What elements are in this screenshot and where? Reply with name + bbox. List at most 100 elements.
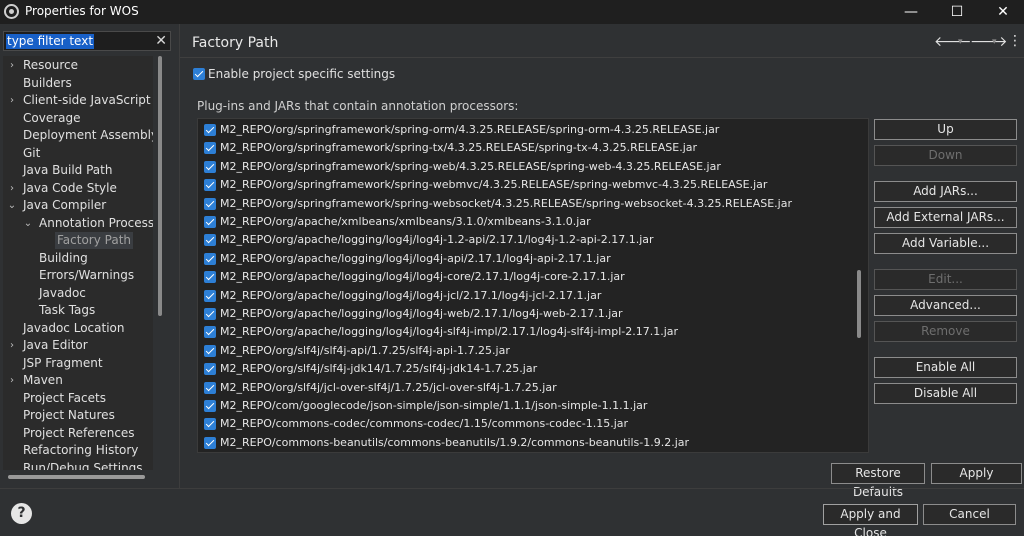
maximize-button[interactable]: ☐ bbox=[934, 0, 980, 24]
jar-enabled-checkbox[interactable] bbox=[204, 308, 216, 320]
cancel-button[interactable]: Cancel bbox=[923, 504, 1016, 525]
jar-enabled-checkbox[interactable] bbox=[204, 234, 216, 247]
jar-enabled-checkbox[interactable] bbox=[204, 289, 216, 302]
jar-list-item[interactable]: M2_REPO/com/googlecode/json-simple/json-… bbox=[198, 397, 858, 415]
jar-enabled-checkbox[interactable] bbox=[204, 179, 216, 192]
enable-all-button[interactable]: Enable All bbox=[874, 357, 1017, 378]
jar-enabled-checkbox[interactable] bbox=[204, 381, 216, 394]
jar-list-item[interactable]: M2_REPO/org/slf4j/slf4j-api/1.7.25/slf4j… bbox=[198, 342, 858, 360]
tree-item[interactable]: Run/Debug Settings bbox=[23, 460, 143, 471]
tree-item[interactable]: Refactoring History bbox=[23, 442, 138, 459]
down-button[interactable]: Down bbox=[874, 145, 1017, 166]
jar-list-item[interactable]: M2_REPO/org/apache/logging/log4j/log4j-a… bbox=[198, 250, 858, 268]
tree-item[interactable]: Project Natures bbox=[23, 407, 115, 424]
jar-enabled-checkbox[interactable] bbox=[204, 160, 216, 173]
jar-enabled-checkbox[interactable] bbox=[204, 436, 216, 449]
edit-button[interactable]: Edit... bbox=[874, 269, 1017, 290]
tree-expand-icon[interactable]: › bbox=[6, 180, 18, 197]
tree-expand-icon[interactable]: ⌄ bbox=[6, 197, 18, 214]
jar-enabled-checkbox[interactable] bbox=[204, 197, 216, 210]
apply-button[interactable]: Apply bbox=[931, 463, 1022, 484]
tree-item[interactable]: Deployment Assembly bbox=[23, 127, 153, 144]
tree-item[interactable]: Resource bbox=[23, 57, 78, 74]
remove-button[interactable]: Remove bbox=[874, 321, 1017, 342]
jar-list-item[interactable]: M2_REPO/org/slf4j/jcl-over-slf4j/1.7.25/… bbox=[198, 379, 858, 397]
tree-item[interactable]: Builders bbox=[23, 75, 72, 92]
tree-item[interactable]: Git bbox=[23, 145, 40, 162]
up-button[interactable]: Up bbox=[874, 119, 1017, 140]
tree-item[interactable]: Java Build Path bbox=[23, 162, 112, 179]
jar-list-item[interactable]: M2_REPO/org/springframework/spring-orm/4… bbox=[198, 121, 858, 139]
jar-list-item[interactable]: M2_REPO/commons-codec/commons-codec/1.15… bbox=[198, 415, 858, 433]
jar-enabled-checkbox[interactable] bbox=[204, 363, 216, 376]
jar-enabled-checkbox[interactable] bbox=[204, 252, 216, 265]
jar-path: M2_REPO/org/apache/xmlbeans/xmlbeans/3.1… bbox=[220, 215, 591, 228]
jar-enabled-checkbox[interactable] bbox=[204, 216, 216, 228]
help-icon[interactable]: ? bbox=[11, 503, 32, 524]
tree-vertical-scrollbar[interactable] bbox=[158, 56, 162, 316]
tree-item[interactable]: Project References bbox=[23, 425, 135, 442]
tree-item[interactable]: Building bbox=[39, 250, 88, 267]
restore-defaults-button[interactable]: Restore Defaults bbox=[831, 463, 925, 499]
jar-list-item[interactable]: M2_REPO/org/springframework/spring-webso… bbox=[198, 195, 858, 213]
tree-item[interactable]: Coverage bbox=[23, 110, 81, 127]
tree-item[interactable]: Javadoc bbox=[39, 285, 86, 302]
back-arrow-icon[interactable]: 🡐 bbox=[934, 33, 972, 50]
tree-item[interactable]: Annotation Processin bbox=[39, 215, 153, 232]
forward-arrow-icon[interactable]: 🡒 bbox=[970, 33, 1008, 50]
back-dropdown-icon[interactable]: ▾ bbox=[958, 37, 963, 47]
minimize-button[interactable]: — bbox=[888, 0, 934, 24]
clear-filter-icon[interactable]: ✕ bbox=[155, 33, 167, 49]
close-window-button[interactable]: ✕ bbox=[980, 0, 1024, 24]
jar-enabled-checkbox[interactable] bbox=[204, 344, 216, 357]
annotation-processor-jar-list[interactable]: M2_REPO/org/springframework/spring-orm/4… bbox=[197, 118, 869, 453]
tree-item[interactable]: Errors/Warnings bbox=[39, 267, 134, 284]
enable-project-settings-checkbox[interactable] bbox=[193, 68, 205, 80]
jar-enabled-checkbox[interactable] bbox=[204, 400, 216, 412]
tree-expand-icon[interactable]: › bbox=[6, 92, 18, 109]
view-menu-icon[interactable]: ⋮ bbox=[1008, 33, 1022, 49]
jar-path: M2_REPO/org/springframework/spring-tx/4.… bbox=[220, 141, 698, 155]
filter-input[interactable]: type filter text ✕ bbox=[3, 31, 171, 51]
jar-list-item[interactable]: M2_REPO/org/apache/xmlbeans/xmlbeans/3.1… bbox=[198, 213, 858, 231]
add-variable-button[interactable]: Add Variable... bbox=[874, 233, 1017, 254]
add-jars-button[interactable]: Add JARs... bbox=[874, 181, 1017, 202]
jar-list-item[interactable]: M2_REPO/commons-beanutils/commons-beanut… bbox=[198, 434, 858, 452]
jar-enabled-checkbox[interactable] bbox=[204, 271, 216, 284]
tree-item[interactable]: Java Code Style bbox=[23, 180, 117, 197]
tree-expand-icon[interactable]: › bbox=[6, 372, 18, 389]
tree-item[interactable]: Project Facets bbox=[23, 390, 106, 407]
tree-item[interactable]: Maven bbox=[23, 372, 63, 389]
jar-enabled-checkbox[interactable] bbox=[204, 142, 216, 155]
jar-list-item[interactable]: M2_REPO/org/springframework/spring-tx/4.… bbox=[198, 139, 858, 157]
tree-item[interactable]: Task Tags bbox=[39, 302, 95, 319]
jar-list-item[interactable]: M2_REPO/org/apache/logging/log4j/log4j-c… bbox=[198, 268, 858, 286]
tree-item[interactable]: Java Editor bbox=[23, 337, 88, 354]
tree-expand-icon[interactable]: › bbox=[6, 337, 18, 354]
tree-item[interactable]: JSP Fragment bbox=[23, 355, 103, 372]
tree-item[interactable]: Javadoc Location bbox=[23, 320, 124, 337]
jar-enabled-checkbox[interactable] bbox=[204, 326, 216, 339]
jar-list-item[interactable]: M2_REPO/org/springframework/spring-webmv… bbox=[198, 176, 858, 194]
tree-item[interactable]: Client-side JavaScript bbox=[23, 92, 151, 109]
advanced-button[interactable]: Advanced... bbox=[874, 295, 1017, 316]
add-external-jars-button[interactable]: Add External JARs... bbox=[874, 207, 1017, 228]
forward-dropdown-icon[interactable]: ▾ bbox=[992, 37, 997, 47]
tree-item[interactable]: Factory Path bbox=[55, 232, 134, 249]
jar-list-item[interactable]: M2_REPO/org/apache/logging/log4j/log4j-s… bbox=[198, 323, 858, 341]
jar-list-item[interactable]: M2_REPO/org/slf4j/slf4j-jdk14/1.7.25/slf… bbox=[198, 360, 858, 378]
title-bar: Properties for WOS — ☐ ✕ bbox=[0, 0, 1024, 24]
tree-item[interactable]: Java Compiler bbox=[23, 197, 106, 214]
disable-all-button[interactable]: Disable All bbox=[874, 383, 1017, 404]
jar-list-item[interactable]: M2_REPO/org/apache/logging/log4j/log4j-w… bbox=[198, 305, 858, 323]
jar-list-item[interactable]: M2_REPO/org/apache/logging/log4j/log4j-1… bbox=[198, 231, 858, 249]
tree-horizontal-scrollbar[interactable] bbox=[8, 475, 145, 479]
jar-list-item[interactable]: M2_REPO/org/apache/logging/log4j/log4j-j… bbox=[198, 287, 858, 305]
jar-enabled-checkbox[interactable] bbox=[204, 124, 216, 136]
tree-expand-icon[interactable]: › bbox=[6, 57, 18, 74]
apply-and-close-button[interactable]: Apply and Close bbox=[823, 504, 918, 536]
jar-list-scrollbar[interactable] bbox=[857, 270, 861, 338]
jar-enabled-checkbox[interactable] bbox=[204, 418, 216, 431]
tree-expand-icon[interactable]: ⌄ bbox=[22, 215, 34, 232]
jar-list-item[interactable]: M2_REPO/org/springframework/spring-web/4… bbox=[198, 158, 858, 176]
